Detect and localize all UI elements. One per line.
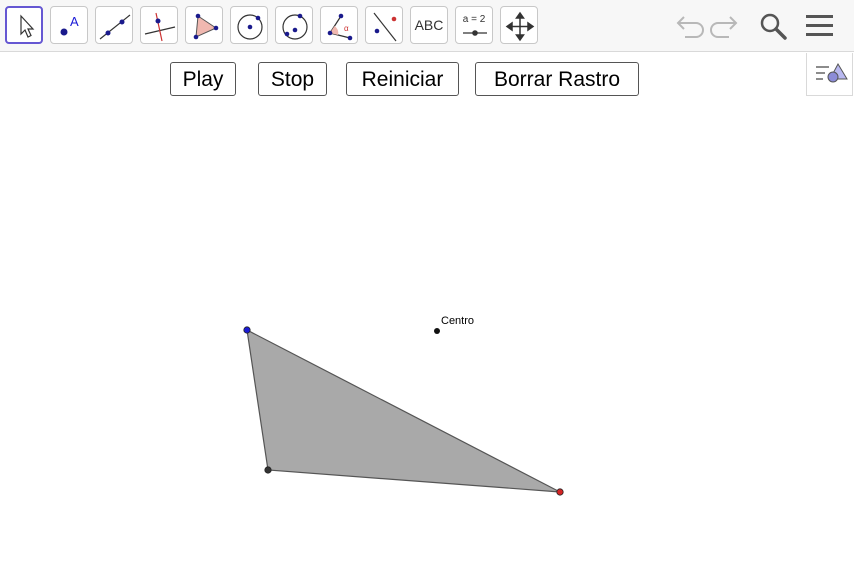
polygon-icon <box>193 13 219 40</box>
search-icon <box>760 13 787 40</box>
circle-center-point-tool-button[interactable] <box>230 6 268 44</box>
stop-button[interactable]: Stop <box>258 62 327 96</box>
algebra-view-toggle[interactable] <box>806 53 853 96</box>
main-menu-button[interactable] <box>802 10 838 42</box>
svg-text:A: A <box>70 14 79 29</box>
angle-tool-button[interactable]: α <box>320 6 358 44</box>
move-arrows-icon <box>505 11 535 42</box>
vertex-point-3[interactable] <box>556 488 564 496</box>
slider-icon <box>463 30 487 36</box>
line-tool-button[interactable] <box>95 6 133 44</box>
toolbar: A α ABC a = 2 <box>0 0 854 52</box>
circle-center-icon <box>237 14 263 40</box>
move-tool-button[interactable] <box>5 6 43 44</box>
hamburger-menu-icon <box>806 15 833 36</box>
svg-text:α: α <box>344 24 349 33</box>
centro-point[interactable] <box>434 328 440 334</box>
redo-button[interactable] <box>707 10 743 42</box>
slider-tool-button[interactable]: a = 2 <box>455 6 493 44</box>
reflect-about-line-tool-button[interactable] <box>365 6 403 44</box>
circle-three-points-tool-button[interactable] <box>275 6 313 44</box>
centro-label: Centro <box>441 315 475 327</box>
vertex-point-1[interactable] <box>243 326 251 334</box>
play-button[interactable]: Play <box>170 62 236 96</box>
triangle-polygon[interactable] <box>246 328 561 493</box>
vertex-point-2[interactable] <box>264 466 272 474</box>
reflect-line-icon <box>373 12 397 42</box>
undo-icon <box>676 16 704 38</box>
undo-button[interactable] <box>671 10 707 42</box>
text-tool-button[interactable]: ABC <box>410 6 448 44</box>
point-icon: A <box>60 14 79 36</box>
line-icon <box>99 14 131 40</box>
clear-trace-button[interactable]: Borrar Rastro <box>475 62 639 96</box>
perpendicular-line-icon <box>144 12 176 42</box>
cursor-arrow-icon <box>20 14 35 38</box>
circle-three-points-icon <box>282 13 308 40</box>
perpendicular-line-tool-button[interactable] <box>140 6 178 44</box>
polygon-tool-button[interactable] <box>185 6 223 44</box>
text-tool-label: ABC <box>414 17 444 33</box>
point-tool-button[interactable]: A <box>50 6 88 44</box>
redo-icon <box>710 16 738 38</box>
angle-icon: α <box>327 13 353 41</box>
move-graphics-view-tool-button[interactable] <box>500 6 538 44</box>
reset-button[interactable]: Reiniciar <box>346 62 459 96</box>
algebra-graphics-icon <box>816 62 848 83</box>
search-button[interactable] <box>755 10 791 42</box>
